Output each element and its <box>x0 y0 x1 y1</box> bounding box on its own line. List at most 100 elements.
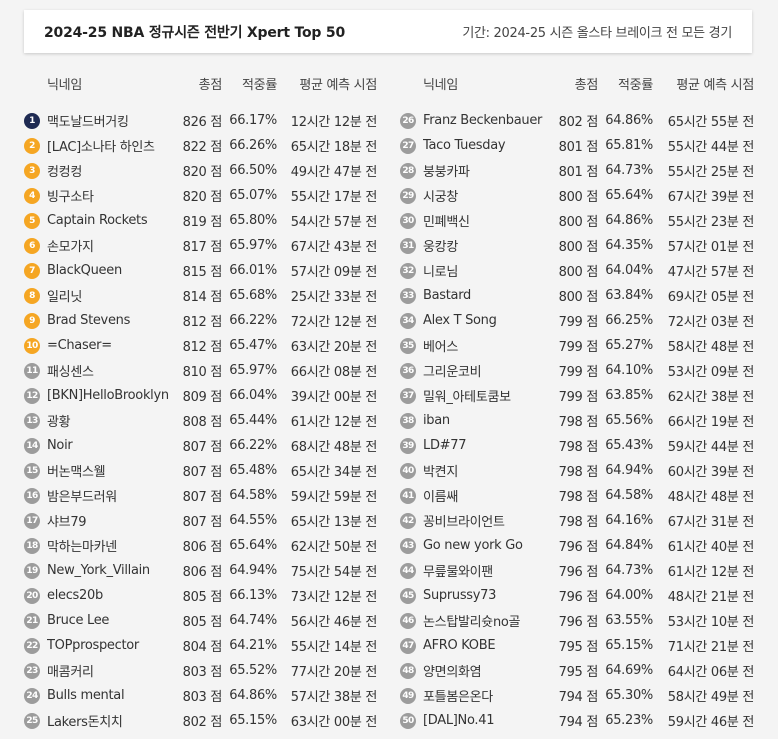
table-row: 26 Franz Beckenbauer 802 점 64.86% 65시간 55분 전 <box>400 108 754 133</box>
nickname-cell: 패싱센스 <box>47 365 94 380</box>
score-cell: 794 점 <box>558 715 599 730</box>
rank-badge: 9 <box>24 312 40 329</box>
nickname-cell: New_York_Villain <box>47 563 150 578</box>
rate-cell: 66.50% <box>229 163 277 178</box>
rank-badge: 3 <box>24 162 40 179</box>
nickname-cell: 베어스 <box>423 340 458 355</box>
table-row: 1 맥도날드버거킹 826 점 66.17% 12시간 12분 전 <box>24 108 377 133</box>
rate-cell: 65.80% <box>229 213 277 228</box>
rank-cell: 8 <box>24 287 47 304</box>
score-cell: 822 점 <box>182 140 223 155</box>
table-row: 7 BlackQueen 815 점 66.01% 57시간 09분 전 <box>24 258 377 283</box>
rank-badge: 27 <box>400 137 416 154</box>
score-cell: 805 점 <box>182 615 223 630</box>
rate-cell: 65.15% <box>229 713 277 728</box>
nickname-cell: Bastard <box>423 288 471 303</box>
time-cell: 48시간 21분 전 <box>667 590 755 605</box>
rank-cell: 38 <box>400 412 423 429</box>
table-row: 9 Brad Stevens 812 점 66.22% 72시간 12분 전 <box>24 308 377 333</box>
time-cell: 77시간 20분 전 <box>290 665 378 680</box>
nickname-cell: Bruce Lee <box>47 613 110 628</box>
rank-cell: 26 <box>400 112 423 129</box>
score-cell: 796 점 <box>558 565 599 580</box>
rank-cell: 48 <box>400 662 423 679</box>
time-cell: 58시간 48분 전 <box>667 340 755 355</box>
time-cell: 39시간 00분 전 <box>290 390 378 405</box>
score-cell: 812 점 <box>182 340 223 355</box>
time-cell: 67시간 39분 전 <box>667 190 755 205</box>
nickname-cell: 샤브79 <box>47 515 87 530</box>
rate-cell: 65.68% <box>229 288 277 303</box>
rate-cell: 65.64% <box>605 188 653 203</box>
nickname-cell: 매콤커리 <box>47 665 94 680</box>
table-row: 16 밤은부드러워 807 점 64.58% 59시간 59분 전 <box>24 483 377 508</box>
score-cell: 796 점 <box>558 540 599 555</box>
score-cell: 799 점 <box>558 340 599 355</box>
table-row: 19 New_York_Villain 806 점 64.94% 75시간 54분 전 <box>24 558 377 583</box>
rate-cell: 64.10% <box>605 363 653 378</box>
time-cell: 65시간 55분 전 <box>667 115 755 130</box>
rank-badge: 39 <box>400 437 416 454</box>
rate-cell: 64.04% <box>605 263 653 278</box>
time-cell: 68시간 48분 전 <box>290 440 378 455</box>
rate-cell: 64.58% <box>605 488 653 503</box>
header-rate: 적중률 <box>242 77 277 93</box>
table-row: 44 무릎물와이팬 796 점 64.73% 61시간 12분 전 <box>400 558 754 583</box>
table-row: 28 붕붕카파 801 점 64.73% 55시간 25분 전 <box>400 158 754 183</box>
rate-cell: 65.52% <box>229 663 277 678</box>
nickname-cell: 밀워_아테토쿰보 <box>423 390 511 405</box>
rank-badge: 40 <box>400 462 416 479</box>
rate-cell: 65.44% <box>229 413 277 428</box>
header-time: 평균 예측 시점 <box>676 77 754 93</box>
score-cell: 820 점 <box>182 190 223 205</box>
table-row: 20 elecs20b 805 점 66.13% 73시간 12분 전 <box>24 583 377 608</box>
score-cell: 803 점 <box>182 665 223 680</box>
time-cell: 58시간 49분 전 <box>667 690 755 705</box>
rank-badge: 21 <box>24 612 40 629</box>
table-row: 47 AFRO KOBE 795 점 65.15% 71시간 21분 전 <box>400 633 754 658</box>
nickname-cell: TOPprospector <box>47 638 139 653</box>
time-cell: 54시간 57분 전 <box>290 215 378 230</box>
rank-cell: 24 <box>24 687 47 704</box>
rank-badge: 24 <box>24 687 40 704</box>
time-cell: 66시간 19분 전 <box>667 415 755 430</box>
nickname-cell: elecs20b <box>47 588 103 603</box>
rank-badge: 31 <box>400 237 416 254</box>
rank-badge: 37 <box>400 387 416 404</box>
table-row: 15 버논맥스웰 807 점 65.48% 65시간 34분 전 <box>24 458 377 483</box>
nickname-cell: Lakers돈치치 <box>47 715 123 730</box>
rank-cell: 42 <box>400 512 423 529</box>
rate-cell: 64.73% <box>605 163 653 178</box>
table-row: 3 컹컹컹 820 점 66.50% 49시간 47분 전 <box>24 158 377 183</box>
nickname-cell: 웅캉캉 <box>423 240 458 255</box>
nickname-cell: 막하는마카넨 <box>47 540 117 555</box>
rank-badge: 25 <box>24 712 40 729</box>
rank-cell: 37 <box>400 387 423 404</box>
nickname-cell: 포틀봄은온다 <box>423 690 493 705</box>
rate-cell: 66.01% <box>229 263 277 278</box>
nickname-cell: 그리운코비 <box>423 365 482 380</box>
rank-badge: 26 <box>400 112 416 129</box>
score-cell: 800 점 <box>558 290 599 305</box>
time-cell: 69시간 05분 전 <box>667 290 755 305</box>
column-header-row: 닉네임 총점 적중률 평균 예측 시점 <box>24 74 377 93</box>
table-row: 17 샤브79 807 점 64.55% 65시간 13분 전 <box>24 508 377 533</box>
rate-cell: 66.04% <box>229 388 277 403</box>
time-cell: 73시간 12분 전 <box>290 590 378 605</box>
time-cell: 67시간 43분 전 <box>290 240 378 255</box>
table-row: 36 그리운코비 799 점 64.10% 53시간 09분 전 <box>400 358 754 383</box>
nickname-cell: =Chaser= <box>47 338 112 353</box>
rank-badge: 47 <box>400 637 416 654</box>
nickname-cell: 버논맥스웰 <box>47 465 106 480</box>
time-cell: 66시간 08분 전 <box>290 365 378 380</box>
nickname-cell: 손모가지 <box>47 240 94 255</box>
table-row: 4 빙구소타 820 점 65.07% 55시간 17분 전 <box>24 183 377 208</box>
time-cell: 63시간 00분 전 <box>290 715 378 730</box>
rank-cell: 6 <box>24 237 47 254</box>
page-header: 2024-25 NBA 정규시즌 전반기 Xpert Top 50 기간: 20… <box>24 10 752 53</box>
time-cell: 61시간 12분 전 <box>667 565 755 580</box>
rate-cell: 64.69% <box>605 663 653 678</box>
rate-cell: 65.97% <box>229 238 277 253</box>
score-cell: 806 점 <box>182 540 223 555</box>
period-label: 기간: 2024-25 시즌 올스타 브레이크 전 모든 경기 <box>462 26 732 41</box>
